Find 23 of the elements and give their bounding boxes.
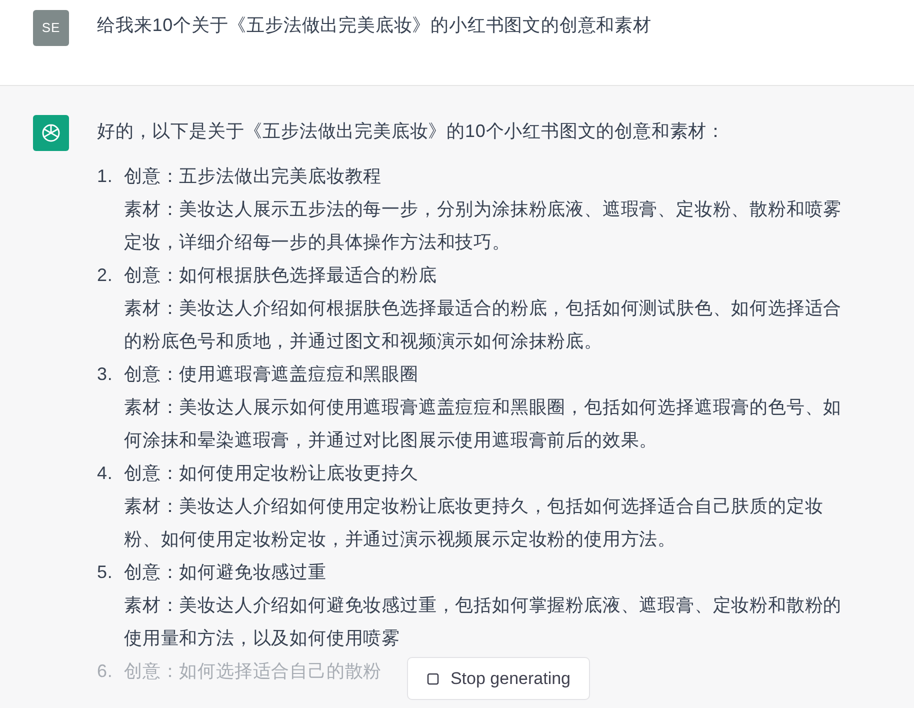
- list-number: 3.: [97, 363, 114, 386]
- list-number: 1.: [97, 165, 114, 188]
- list-number: 6.: [97, 660, 114, 683]
- idea-text: 创意：五步法做出完美底妆教程: [124, 165, 383, 188]
- idea-text: 创意：如何避免妆感过重: [124, 561, 328, 584]
- idea-text: 创意：如何使用定妆粉让底妆更持久: [124, 462, 420, 485]
- idea-text: 创意：如何选择适合自己的散粉: [124, 660, 382, 683]
- material-text: 素材：美妆达人展示五步法的每一步，分别为涂抹粉底液、遮瑕膏、定妆粉、散粉和喷雾定妆，详细介绍每一步的具体操作方法和技巧。: [124, 198, 843, 254]
- message-text: 好的，以下是关于《五步法做出完美底妆》的10个小红书图文的创意和素材：: [97, 120, 726, 143]
- material-text: 素材：美妆达人介绍如何使用定妆粉让底妆更持久，包括如何选择适合自己肤质的定妆粉、如何使用定妆粉定妆，并通过演示视频展示定妆粉的使用方法。: [124, 495, 824, 551]
- stop-generating-button[interactable]: Stop generating: [407, 657, 590, 700]
- material-text: 素材：美妆达人介绍如何根据肤色选择最适合的粉底，包括如何测试肤色、如何选择适合的粉底色号和质地，并通过图文和视频演示如何涂抹粉底。: [124, 297, 843, 353]
- assistant-avatar-icon: [33, 115, 69, 151]
- material-text: 素材：美妆达人介绍如何避免妆感过重，包括如何掌握粉底液、遮瑕膏、定妆粉和散粉的使用量和方法，以及如何使用喷雾: [124, 594, 843, 650]
- list-number: 5.: [97, 561, 114, 584]
- user-avatar: SE: [33, 10, 69, 46]
- stop-icon: [426, 672, 440, 686]
- list-number: 2.: [97, 264, 114, 287]
- material-text: 素材：美妆达人展示如何使用遮瑕膏遮盖痘痘和黑眼圈，包括如何选择遮瑕膏的色号、如何涂抹和晕染遮瑕膏，并通过对比图展示使用遮瑕膏前后的效果。: [124, 396, 843, 452]
- idea-text: 创意：如何根据肤色选择最适合的粉底: [124, 264, 438, 287]
- message-text: 给我来10个关于《五步法做出完美底妆》的小红书图文的创意和素材: [97, 14, 652, 37]
- list-number: 4.: [97, 462, 114, 485]
- idea-text: 创意：使用遮瑕膏遮盖痘痘和黑眼圈: [124, 363, 420, 386]
